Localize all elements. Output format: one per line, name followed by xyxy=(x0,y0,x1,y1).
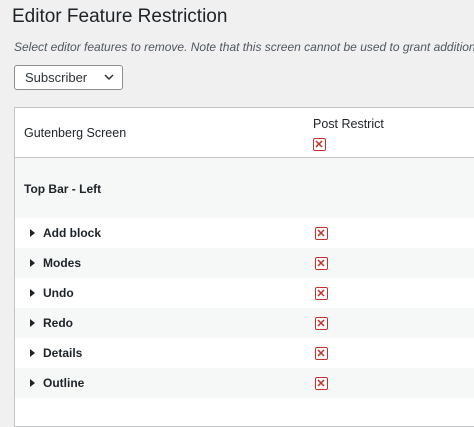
table-header: Gutenberg Screen Post Restrict xyxy=(15,108,474,158)
triangle-right-icon[interactable] xyxy=(30,379,35,387)
restriction-table: Gutenberg Screen Post Restrict Top Bar -… xyxy=(14,107,474,427)
triangle-right-icon[interactable] xyxy=(30,229,35,237)
role-select-value: Subscriber xyxy=(25,70,88,85)
table-row-outline[interactable]: Outline xyxy=(15,368,474,398)
table-row-add-block[interactable]: Add block xyxy=(15,218,474,248)
x-checkbox-icon[interactable] xyxy=(315,227,328,240)
table-row-details[interactable]: Details xyxy=(15,338,474,368)
triangle-right-icon[interactable] xyxy=(30,349,35,357)
x-checkbox-icon[interactable] xyxy=(315,257,328,270)
row-label: Add block xyxy=(43,226,102,240)
page-title: Editor Feature Restriction xyxy=(12,6,228,27)
x-checkbox-icon[interactable] xyxy=(315,347,328,360)
x-checkbox-icon[interactable] xyxy=(315,377,328,390)
triangle-right-icon[interactable] xyxy=(30,319,35,327)
triangle-right-icon[interactable] xyxy=(30,259,35,267)
row-label: Details xyxy=(43,346,83,360)
x-checkbox-icon[interactable] xyxy=(315,317,328,330)
row-label: Outline xyxy=(43,376,85,390)
row-label: Undo xyxy=(43,286,74,300)
table-row-undo[interactable]: Undo xyxy=(15,278,474,308)
column-header-post-restrict: Post Restrict xyxy=(313,117,384,131)
table-row-modes[interactable]: Modes xyxy=(15,248,474,278)
chevron-down-icon xyxy=(104,74,114,81)
page-description: Select editor features to remove. Note t… xyxy=(14,40,474,54)
restrict-all-x-checkbox-icon[interactable] xyxy=(313,138,326,151)
section-title: Top Bar - Left xyxy=(24,182,102,196)
column-header-gutenberg-screen: Gutenberg Screen xyxy=(24,126,127,140)
x-checkbox-icon[interactable] xyxy=(315,287,328,300)
triangle-right-icon[interactable] xyxy=(30,289,35,297)
section-row: Top Bar - Left xyxy=(15,158,474,218)
table-row-redo[interactable]: Redo xyxy=(15,308,474,338)
row-label: Modes xyxy=(43,256,82,270)
role-select[interactable]: Subscriber xyxy=(14,65,123,90)
row-label: Redo xyxy=(43,316,73,330)
